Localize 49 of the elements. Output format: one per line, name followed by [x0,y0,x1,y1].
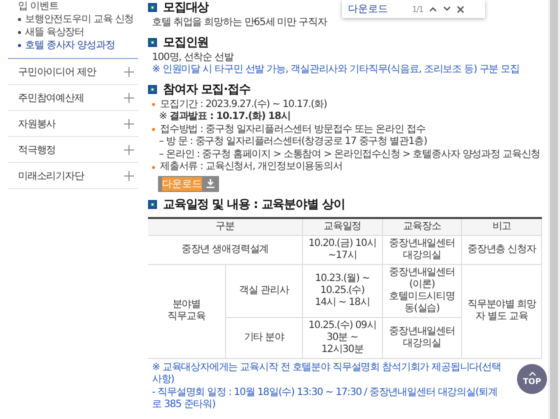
section-heading: 교육일정 및 내용 : 교육분야별 상이 [148,196,542,212]
scrollbar[interactable] [548,0,560,419]
submenu-item[interactable]: 새뜰 육상장터 [25,26,84,39]
body-text: 호텔 취업을 희망하는 만65세 미만 구직자 [151,17,328,30]
bullet-text: 모집기간 : 2023.9.27.(수) ~ 10.17.(화) [160,98,327,111]
column-header: 교육장소 [382,218,462,235]
previous-match-icon[interactable] [429,6,438,12]
bullet-icon [152,166,155,169]
table-cell: 중장년내일센터 대강의실 [382,235,462,264]
bullet-text: 접수방법 : 중구청 일자리플러스센터 방문접수 또는 온라인 접수 [160,124,426,136]
bullet-text: 제출서류 : 교육신청서, 개인정보이용동의서 [160,161,342,174]
match-count: 1/1 [412,4,424,14]
menu-item[interactable]: 적극행정 [8,137,138,163]
bullet-icon [152,103,155,106]
table-cell: 객실 관리사 [225,264,302,317]
body-text: 100명, 선착순 선발 [151,52,235,64]
table-cell: 10.20.(금) 10시~17시 [302,235,382,264]
note-text: ※ 인원미달 시 타구민 선발 가능, 객실관리사와 기타직무(식음료, 조리보조 등) 구분 모집 [151,64,521,76]
table-cell: 10.25.(수) 09시30분 ~ 12시30분 [302,317,382,358]
menu-item[interactable]: 주민참여예산제 [8,85,138,111]
table-cell: 중장년층 신청자 [462,235,542,264]
submenu-item[interactable]: 호텔 종사자 양성과정 [25,39,115,52]
caret-icon [528,372,536,376]
close-icon[interactable] [457,6,464,12]
note-text: - 직무설명회 일정 : 10월 18일(수) 13:30 ~ 17:30 / 중장년내일센터 대강의실(퇴계로 385 준타워) [151,386,498,412]
result-text: ※ 결과발표 : 10.17.(화) 18시 [158,111,292,124]
section-heading: 모집인원 [148,34,542,50]
method-text: – 방 문 : 중구청 일자리플러스센터(창경궁로 17 중구청 별관1층) [158,136,428,148]
submenu-item[interactable]: 보행안전도우미 교육 신청 [25,13,134,26]
table-cell: 중장년내일센터(이론) 호텔미드시티명동(실습) [382,264,462,317]
table-cell: 10.23.(월) ~ 10.25.(수) 14시 ~ 18시 [302,264,382,317]
next-match-icon[interactable] [443,6,452,12]
note-text: ※ 교육대상자에게는 교육시작 전 호텔분야 직무설명회 참석기회가 제공됩니다(선택사항) [151,362,502,386]
submenu-item[interactable]: 입 이벤트 [18,0,58,13]
top-button[interactable]: TOP [517,364,547,394]
menu-item[interactable]: 자원봉사 [8,111,138,137]
menu-item[interactable]: 미래소리기자단 [8,163,138,189]
column-header: 교육일정 [302,218,382,235]
table-cell: 기타 분야 [225,317,302,358]
download-icon [206,179,215,188]
table-cell: 분야별 직무교육 [148,264,226,358]
section-heading: 참여자 모집·접수 [148,82,542,96]
column-header: 비고 [462,218,542,235]
bullet-icon [152,128,155,132]
method-text: – 온라인 : 중구청 홈페이지 > 소통참여 > 온라인접수신청 > 호텔종사자 양성과정 교육신청 [158,148,542,161]
table-cell: 직무분야별 희망자 별도 교육 [462,264,542,358]
menu-item[interactable]: 구민아이디어 제안 [8,59,138,85]
table-cell: 중장년 생애경력설계 [148,235,302,264]
column-header: 구분 [148,218,302,235]
